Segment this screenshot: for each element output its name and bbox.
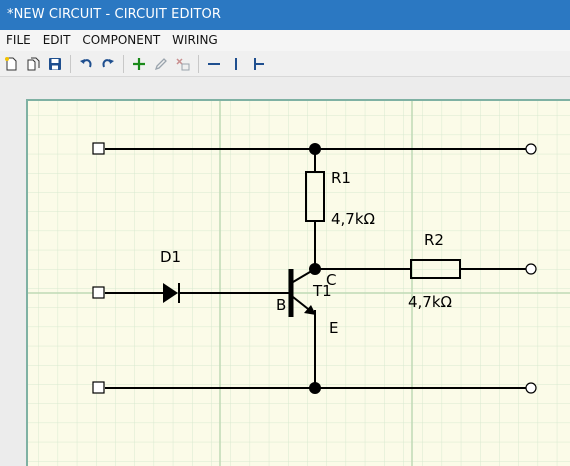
r2-value: 4,7kΩ: [408, 293, 452, 311]
grid: [27, 100, 570, 466]
edit-component-icon[interactable]: [151, 54, 171, 74]
add-component-icon[interactable]: [129, 54, 149, 74]
menu-bar: FILE EDIT COMPONENT WIRING: [0, 30, 570, 51]
junction-dot: [309, 143, 321, 155]
delete-component-icon[interactable]: [173, 54, 193, 74]
input-terminal[interactable]: [92, 286, 105, 299]
menu-edit[interactable]: EDIT: [37, 30, 77, 51]
collector-label: C: [326, 271, 336, 289]
toolbar-separator: [70, 54, 71, 73]
redo-icon[interactable]: [98, 54, 118, 74]
output-terminal[interactable]: [525, 263, 537, 275]
undo-icon[interactable]: [76, 54, 96, 74]
r2-label: R2: [424, 231, 444, 249]
menu-file[interactable]: FILE: [0, 30, 37, 51]
junction-wire-icon[interactable]: [248, 54, 268, 74]
input-terminal[interactable]: [92, 381, 105, 394]
toolbar-separator: [123, 54, 124, 73]
vertical-wire-icon[interactable]: [226, 54, 246, 74]
horizontal-wire-icon[interactable]: [204, 54, 224, 74]
window-title: *NEW CIRCUIT - CIRCUIT EDITOR: [7, 7, 222, 22]
output-terminal[interactable]: [525, 143, 537, 155]
open-file-icon[interactable]: [23, 54, 43, 74]
menu-component[interactable]: COMPONENT: [76, 30, 166, 51]
save-icon[interactable]: [45, 54, 65, 74]
r1-value: 4,7kΩ: [331, 210, 375, 228]
d1-label: D1: [160, 248, 181, 266]
circuit-canvas[interactable]: R1 4,7kΩ R2 4,7kΩ D1 T1 C B E: [0, 77, 570, 466]
toolbar-separator: [198, 54, 199, 73]
toolbar: [0, 51, 570, 77]
title-bar: *NEW CIRCUIT - CIRCUIT EDITOR: [0, 0, 570, 30]
base-label: B: [276, 296, 286, 314]
junction-dot: [309, 382, 321, 394]
r1-label: R1: [331, 169, 351, 187]
emitter-label: E: [329, 319, 338, 337]
menu-wiring[interactable]: WIRING: [166, 30, 224, 51]
output-terminal[interactable]: [525, 382, 537, 394]
input-terminal[interactable]: [92, 142, 105, 155]
new-file-icon[interactable]: [1, 54, 21, 74]
